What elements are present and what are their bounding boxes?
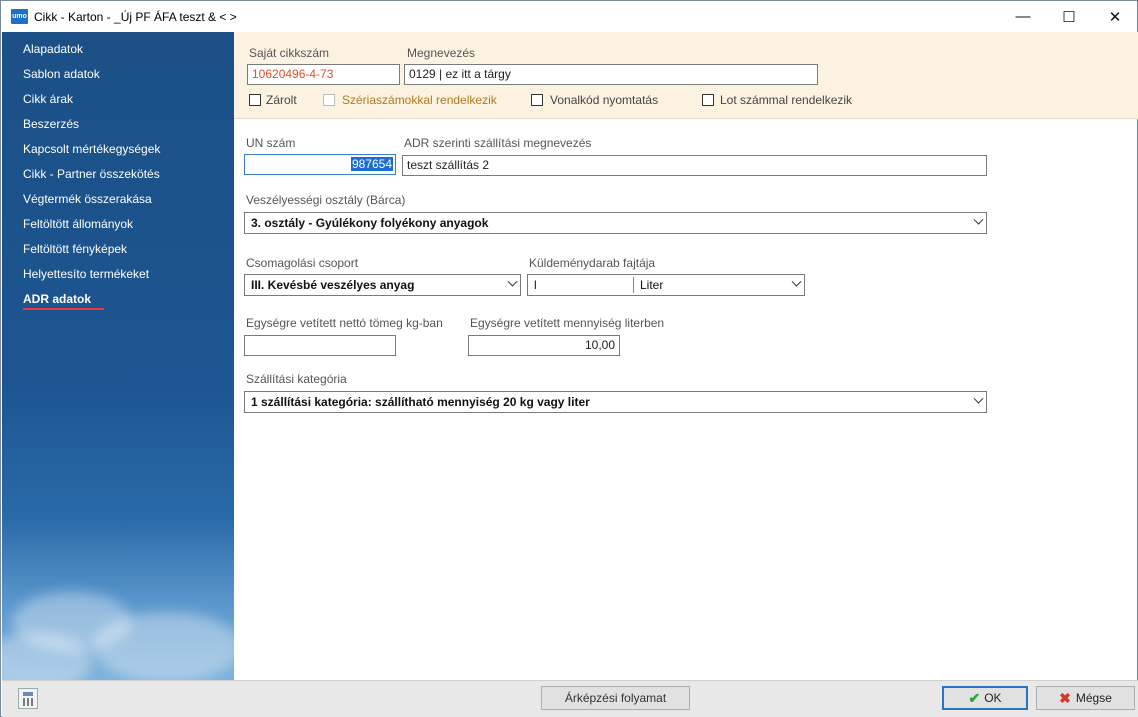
barcode-print-checkbox[interactable] bbox=[531, 94, 543, 106]
locked-checkbox[interactable] bbox=[249, 94, 261, 106]
own-code-label: Saját cikkszám bbox=[249, 46, 330, 60]
chevron-down-icon bbox=[791, 276, 802, 287]
close-button[interactable]: ✕ bbox=[1092, 1, 1138, 32]
cross-icon: ✖ bbox=[1059, 689, 1071, 706]
lot-checkbox[interactable] bbox=[702, 94, 714, 106]
minimize-button[interactable]: — bbox=[1000, 1, 1046, 32]
package-type-value: Liter bbox=[640, 278, 664, 292]
transport-category-select[interactable]: 1 szállítási kategória: szállítható menn… bbox=[244, 391, 987, 413]
transport-category-value: 1 szállítási kategória: szállítható menn… bbox=[251, 395, 590, 409]
check-icon: ✔ bbox=[968, 689, 981, 706]
packing-group-value: III. Kevésbé veszélyes anyag bbox=[251, 278, 415, 292]
package-type-label: Küldeménydarab fajtája bbox=[529, 256, 656, 270]
name-label: Megnevezés bbox=[407, 46, 476, 60]
sidebar-item-cikk-arak[interactable]: Cikk árak bbox=[23, 92, 73, 106]
hazard-class-label: Veszélyességi osztály (Bárca) bbox=[246, 193, 406, 207]
quantity-field[interactable]: 10,00 bbox=[468, 335, 620, 356]
calculator-display bbox=[23, 692, 33, 696]
sidebar-item-feltoltott-allomanyok[interactable]: Feltöltött állományok bbox=[23, 217, 133, 231]
chevron-down-icon bbox=[973, 214, 984, 225]
packing-group-label: Csomagolási csoport bbox=[246, 256, 359, 270]
lot-label: Lot számmal rendelkezik bbox=[720, 93, 853, 107]
locked-label: Zárolt bbox=[266, 93, 297, 107]
sidebar-item-beszerzes[interactable]: Beszerzés bbox=[23, 117, 79, 131]
chevron-down-icon bbox=[973, 393, 984, 404]
sidebar-item-feltoltott-fenykepek[interactable]: Feltöltött fényképek bbox=[23, 242, 127, 256]
package-type-divider bbox=[633, 277, 634, 293]
un-value: 987654 bbox=[350, 157, 393, 171]
hazard-class-select[interactable]: 3. osztály - Gyúlékony folyékony anyagok bbox=[244, 212, 987, 234]
window: umo Cikk - Karton - _Új PF ÁFA teszt & <… bbox=[0, 0, 1138, 717]
cloud-decoration bbox=[92, 612, 234, 680]
chevron-down-icon bbox=[507, 276, 518, 287]
quantity-label: Egységre vetített mennyiség literben bbox=[470, 316, 665, 330]
sidebar-item-cikk-partner[interactable]: Cikk - Partner összekötés bbox=[23, 167, 160, 181]
cancel-button[interactable]: ✖ Mégse bbox=[1036, 686, 1135, 710]
package-type-select[interactable]: l Liter bbox=[527, 274, 805, 296]
calculator-keys bbox=[23, 698, 33, 706]
sidebar-item-adr-adatok[interactable]: ADR adatok bbox=[23, 292, 91, 306]
app-icon: umo bbox=[11, 9, 28, 24]
serial-checkbox bbox=[323, 94, 335, 106]
button-bar: Árképzési folyamat ✔ OK ✖ Mégse bbox=[2, 680, 1138, 717]
sidebar-item-alapadatok[interactable]: Alapadatok bbox=[23, 42, 83, 56]
window-title: Cikk - Karton - _Új PF ÁFA teszt & < > bbox=[34, 10, 237, 24]
calculator-icon[interactable] bbox=[18, 688, 38, 709]
own-code-field[interactable]: 10620496-4-73 bbox=[247, 64, 400, 85]
hazard-class-value: 3. osztály - Gyúlékony folyékony anyagok bbox=[251, 216, 489, 230]
title-bar[interactable]: umo Cikk - Karton - _Új PF ÁFA teszt & <… bbox=[1, 1, 1137, 32]
sidebar-item-sablon-adatok[interactable]: Sablon adatok bbox=[23, 67, 100, 81]
name-field[interactable]: 0129 | ez itt a tárgy bbox=[404, 64, 818, 85]
serial-label: Szériaszámokkal rendelkezik bbox=[342, 93, 497, 107]
active-indicator bbox=[23, 308, 104, 310]
sidebar: Alapadatok Sablon adatok Cikk árak Besze… bbox=[2, 32, 234, 680]
adr-name-label: ADR szerinti szállítási megnevezés bbox=[404, 136, 592, 150]
item-header: Saját cikkszám 10620496-4-73 Megnevezés … bbox=[234, 32, 1138, 119]
net-weight-label: Egységre vetített nettó tömeg kg-ban bbox=[246, 316, 443, 330]
transport-category-label: Szállítási kategória bbox=[246, 372, 347, 386]
un-field[interactable]: 987654 bbox=[244, 154, 396, 175]
adr-name-field[interactable]: teszt szállítás 2 bbox=[402, 155, 987, 176]
sidebar-item-helyettesito[interactable]: Helyettesíto termékeket bbox=[23, 267, 149, 281]
cancel-label: Mégse bbox=[1075, 691, 1112, 705]
pricing-process-button[interactable]: Árképzési folyamat bbox=[541, 686, 690, 710]
package-type-code: l bbox=[534, 278, 537, 292]
packing-group-select[interactable]: III. Kevésbé veszélyes anyag bbox=[244, 274, 521, 296]
maximize-button[interactable]: ☐ bbox=[1046, 1, 1092, 32]
sidebar-item-vegtermek[interactable]: Végtermék összerakása bbox=[23, 192, 152, 206]
un-label: UN szám bbox=[246, 136, 296, 150]
ok-label: OK bbox=[984, 691, 1002, 705]
barcode-print-label: Vonalkód nyomtatás bbox=[550, 93, 659, 107]
net-weight-field[interactable] bbox=[244, 335, 396, 356]
sidebar-item-kapcsolt-mertekegysegek[interactable]: Kapcsolt mértékegységek bbox=[23, 142, 160, 156]
ok-button[interactable]: ✔ OK bbox=[942, 686, 1028, 710]
